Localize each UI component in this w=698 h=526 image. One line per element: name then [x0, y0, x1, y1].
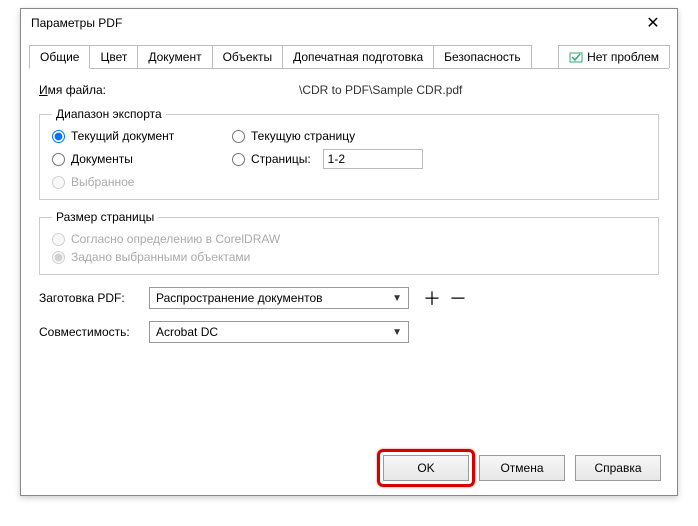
dialog-title: Параметры PDF: [31, 16, 122, 30]
tabs: Общие Цвет Документ Объекты Допечатная п…: [29, 45, 669, 69]
tab-general[interactable]: Общие: [29, 45, 90, 69]
tab-status[interactable]: Нет проблем: [558, 45, 670, 68]
export-range-group: Диапазон экспорта Текущий документ Текущ…: [39, 107, 659, 200]
pdf-preset-row: Заготовка PDF: Распространение документо…: [39, 285, 659, 311]
close-icon[interactable]: ✕: [637, 13, 669, 33]
compatibility-row: Совместимость: Acrobat DC ▼: [39, 321, 659, 343]
pdf-preset-value: Распространение документов: [156, 291, 323, 305]
button-bar: OK Отмена Справка: [21, 443, 677, 495]
radio-size-objects-input: [52, 251, 65, 264]
pages-field[interactable]: [323, 149, 423, 169]
tab-color[interactable]: Цвет: [89, 45, 138, 68]
help-button[interactable]: Справка: [575, 455, 661, 481]
cancel-button[interactable]: Отмена: [479, 455, 565, 481]
radio-current-document-input[interactable]: [52, 130, 65, 143]
compatibility-value: Acrobat DC: [156, 325, 218, 339]
radio-current-page[interactable]: Текущую страницу: [232, 129, 646, 143]
titlebar: Параметры PDF ✕: [21, 9, 677, 37]
add-preset-icon[interactable]: ＋: [423, 285, 441, 311]
compatibility-combo[interactable]: Acrobat DC ▼: [149, 321, 409, 343]
radio-pages-wrapper: Страницы:: [232, 149, 646, 169]
pdf-settings-dialog: Параметры PDF ✕ Общие Цвет Документ Объе…: [20, 8, 678, 496]
radio-pages[interactable]: Страницы:: [232, 152, 311, 166]
radio-current-document[interactable]: Текущий документ: [52, 129, 222, 143]
radio-pages-input[interactable]: [232, 153, 245, 166]
pdf-preset-label: Заготовка PDF:: [39, 291, 149, 305]
radio-size-coreldraw: Согласно определению в CorelDRAW: [52, 232, 646, 246]
tab-prepress[interactable]: Допечатная подготовка: [282, 45, 434, 68]
radio-documents-input[interactable]: [52, 153, 65, 166]
radio-current-page-input[interactable]: [232, 130, 245, 143]
radio-documents[interactable]: Документы: [52, 152, 222, 166]
page-size-legend: Размер страницы: [52, 210, 158, 224]
radio-selection: Выбранное: [52, 175, 222, 189]
radio-size-coreldraw-input: [52, 233, 65, 246]
chevron-down-icon: ▼: [392, 293, 402, 304]
tab-objects[interactable]: Объекты: [212, 45, 284, 68]
tab-security[interactable]: Безопасность: [433, 45, 532, 68]
pdf-preset-combo[interactable]: Распространение документов ▼: [149, 287, 409, 309]
filename-row: Имя файла: \CDR to PDF\Sample CDR.pdf: [39, 83, 659, 97]
tab-document[interactable]: Документ: [137, 45, 212, 68]
filename-label: Имя файла:: [39, 83, 149, 97]
filename-value: \CDR to PDF\Sample CDR.pdf: [299, 83, 462, 97]
page-size-group: Размер страницы Согласно определению в C…: [39, 210, 659, 275]
export-range-legend: Диапазон экспорта: [52, 107, 166, 121]
radio-selection-input: [52, 176, 65, 189]
no-issues-icon: [569, 50, 583, 64]
preset-add-remove: ＋ －: [423, 285, 467, 311]
ok-button[interactable]: OK: [383, 455, 469, 481]
tab-status-label: Нет проблем: [587, 50, 659, 64]
tab-content: Имя файла: \CDR to PDF\Sample CDR.pdf Ди…: [21, 69, 677, 443]
chevron-down-icon: ▼: [392, 327, 402, 338]
remove-preset-icon[interactable]: －: [449, 285, 467, 311]
compatibility-label: Совместимость:: [39, 325, 149, 339]
radio-size-objects: Задано выбранными объектами: [52, 250, 646, 264]
